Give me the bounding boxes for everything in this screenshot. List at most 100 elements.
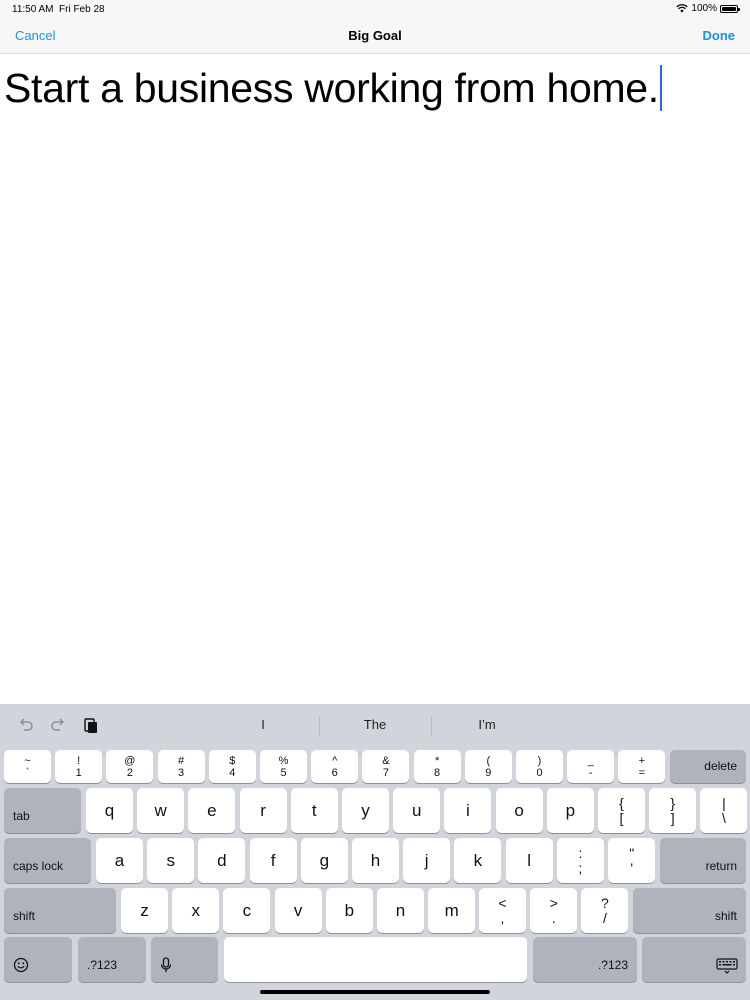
key-shift-label: : — [578, 844, 583, 861]
key-label: f — [270, 850, 276, 870]
key-shift-label: & — [382, 754, 390, 767]
key-8[interactable]: * 8 — [413, 750, 461, 783]
key-label: c — [242, 900, 252, 920]
key-punct-z-1[interactable]: >. — [530, 888, 578, 933]
battery-level — [722, 6, 736, 11]
done-button[interactable]: Done — [703, 28, 736, 43]
key-j[interactable]: j — [403, 838, 451, 883]
microphone-key[interactable] — [151, 937, 218, 982]
key-4[interactable]: $4 — [208, 750, 256, 783]
key-label: o — [514, 800, 524, 820]
suggestion-2[interactable]: The — [320, 717, 430, 732]
return-key[interactable]: return — [660, 838, 746, 883]
key-label: 6 — [331, 766, 338, 779]
key-punct-z-0[interactable]: <, — [479, 888, 526, 933]
space-bar[interactable] — [224, 937, 527, 982]
key-label: v — [293, 900, 303, 920]
home-indicator[interactable] — [260, 990, 490, 994]
key-shift-label: @ — [124, 754, 136, 767]
numbers-key[interactable]: .?123 — [78, 937, 146, 982]
key-a[interactable]: a — [96, 838, 143, 883]
key-shift-label: ) — [537, 754, 542, 767]
key-f[interactable]: f — [249, 838, 297, 883]
key-d[interactable]: d — [198, 838, 246, 883]
key-m[interactable]: m — [428, 888, 476, 933]
key-0[interactable]: ) 0 — [516, 750, 563, 783]
key-label: x — [191, 900, 200, 920]
key-g[interactable]: g — [300, 838, 348, 883]
left-shift-key[interactable]: shift — [4, 888, 116, 933]
key-p[interactable]: p — [546, 788, 594, 833]
suggestion-3[interactable]: I’m — [432, 717, 542, 732]
key-2[interactable]: @2 — [106, 750, 154, 783]
key-label: ` — [25, 766, 30, 779]
key-z[interactable]: z — [121, 888, 168, 933]
tab-key[interactable]: tab — [4, 788, 81, 833]
key-shift-label: % — [278, 754, 289, 767]
key-=[interactable]: + = — [618, 750, 666, 783]
key-label: ' — [630, 859, 634, 876]
undo-icon[interactable] — [17, 716, 35, 734]
key-label: a — [114, 850, 125, 870]
key-label: y — [361, 800, 370, 820]
key-shift-label: * — [434, 754, 440, 767]
key-label: 2 — [126, 766, 133, 779]
paste-icon[interactable] — [82, 716, 100, 734]
key-x[interactable]: x — [172, 888, 220, 933]
key-h[interactable]: h — [352, 838, 399, 883]
keyboard-dismiss-key[interactable] — [642, 937, 746, 982]
key-s[interactable]: s — [147, 838, 195, 883]
key-label: . — [551, 909, 556, 926]
key-k[interactable]: k — [454, 838, 502, 883]
key-punct-z-2[interactable]: ? / — [581, 888, 629, 933]
wifi-icon — [676, 4, 689, 13]
key-y[interactable]: y — [342, 788, 389, 833]
key-n[interactable]: n — [377, 888, 424, 933]
key-l[interactable]: l — [505, 838, 553, 883]
key-i[interactable]: i — [444, 788, 492, 833]
key-e[interactable]: e — [188, 788, 236, 833]
key-label: e — [207, 800, 217, 820]
redo-icon[interactable] — [49, 716, 67, 734]
numbers-key-right[interactable]: .?123 — [533, 937, 637, 982]
key-punct-a-0[interactable]: :; — [557, 838, 604, 883]
key-c[interactable]: c — [223, 888, 271, 933]
goal-text-content[interactable]: Start a business working from home. — [4, 64, 662, 112]
key-label: q — [104, 800, 115, 820]
key-punct-0[interactable]: {[ — [598, 788, 645, 833]
key-3[interactable]: #3 — [157, 750, 205, 783]
key-punct-1[interactable]: }] — [649, 788, 697, 833]
key-label: n — [395, 900, 406, 920]
key-w[interactable]: w — [137, 788, 185, 833]
key-6[interactable]: ^ 6 — [311, 750, 359, 783]
key-1[interactable]: ! 1 — [55, 750, 103, 783]
key-label: 1 — [75, 766, 82, 779]
key-label: 9 — [485, 766, 492, 779]
key-label: delete — [704, 759, 737, 773]
key-shift-label: _ — [587, 754, 594, 767]
key-v[interactable]: v — [274, 888, 322, 933]
delete-key[interactable]: delete — [670, 750, 746, 783]
key--[interactable]: _ - — [567, 750, 615, 783]
emoji-key[interactable] — [4, 937, 72, 982]
goal-text-editor[interactable]: Start a business working from home. — [0, 55, 750, 703]
key-7[interactable]: & 7 — [362, 750, 410, 783]
page-title: Big Goal — [348, 28, 402, 43]
key-5[interactable]: % 5 — [260, 750, 307, 783]
key-q[interactable]: q — [86, 788, 133, 833]
key-label: t — [311, 800, 317, 820]
key-punct-a-1[interactable]: " ' — [608, 838, 656, 883]
key-r[interactable]: r — [239, 788, 287, 833]
key-u[interactable]: u — [393, 788, 441, 833]
suggestion-1[interactable]: I — [208, 717, 318, 732]
right-shift-key[interactable]: shift — [633, 888, 746, 933]
caps-lock-key[interactable]: caps lock — [4, 838, 91, 883]
key-`[interactable]: ~ ` — [4, 750, 51, 783]
key-b[interactable]: b — [325, 888, 373, 933]
key-o[interactable]: o — [495, 788, 543, 833]
key-t[interactable]: t — [290, 788, 338, 833]
key-9[interactable]: (9 — [464, 750, 512, 783]
key-label: z — [140, 900, 149, 920]
key-punct-2[interactable]: | \ — [700, 788, 748, 833]
navigation-bar: Cancel Big Goal Done — [0, 18, 750, 54]
